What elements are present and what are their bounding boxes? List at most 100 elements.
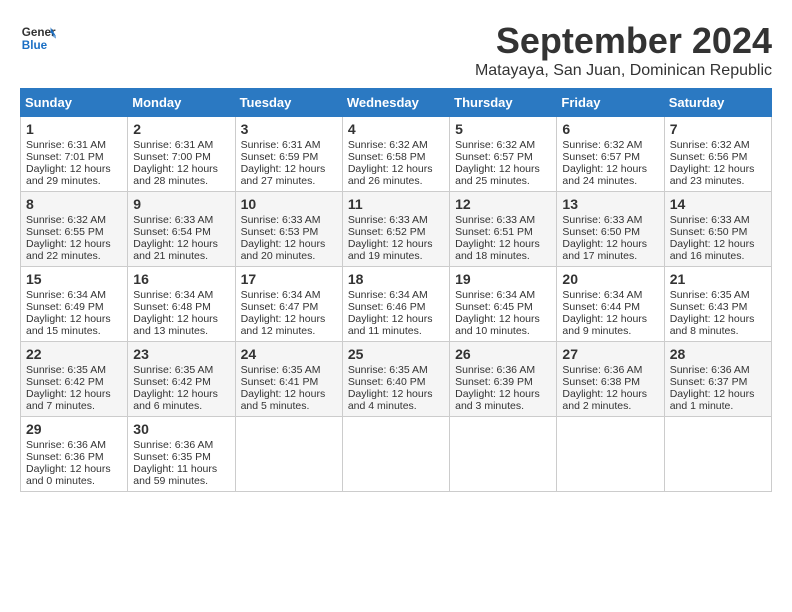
- day-info-line: Sunrise: 6:32 AM: [562, 139, 658, 151]
- day-info-line: Sunset: 6:42 PM: [26, 376, 122, 388]
- day-info-line: Sunrise: 6:35 AM: [133, 364, 229, 376]
- day-info-line: Sunset: 6:50 PM: [670, 226, 766, 238]
- day-info-line: Sunrise: 6:31 AM: [241, 139, 337, 151]
- day-number: 8: [26, 196, 122, 212]
- day-info-line: and 12 minutes.: [241, 325, 337, 337]
- day-info-line: Sunrise: 6:35 AM: [670, 289, 766, 301]
- calendar-cell: 20Sunrise: 6:34 AMSunset: 6:44 PMDayligh…: [557, 267, 664, 342]
- day-info-line: Sunrise: 6:34 AM: [241, 289, 337, 301]
- day-number: 13: [562, 196, 658, 212]
- day-info-line: Sunset: 6:46 PM: [348, 301, 444, 313]
- day-info-line: Sunrise: 6:36 AM: [455, 364, 551, 376]
- day-info-line: and 9 minutes.: [562, 325, 658, 337]
- column-header-sunday: Sunday: [21, 89, 128, 117]
- day-info-line: Sunset: 7:00 PM: [133, 151, 229, 163]
- day-info-line: Daylight: 12 hours: [562, 313, 658, 325]
- day-info-line: Sunrise: 6:31 AM: [26, 139, 122, 151]
- day-info-line: Daylight: 12 hours: [670, 313, 766, 325]
- calendar-cell: 17Sunrise: 6:34 AMSunset: 6:47 PMDayligh…: [235, 267, 342, 342]
- day-info-line: and 11 minutes.: [348, 325, 444, 337]
- day-info-line: Sunrise: 6:35 AM: [26, 364, 122, 376]
- day-number: 26: [455, 346, 551, 362]
- day-info-line: Sunset: 6:35 PM: [133, 451, 229, 463]
- day-info-line: and 3 minutes.: [455, 400, 551, 412]
- day-info-line: and 20 minutes.: [241, 250, 337, 262]
- calendar-cell: 7Sunrise: 6:32 AMSunset: 6:56 PMDaylight…: [664, 117, 771, 192]
- calendar-cell: 15Sunrise: 6:34 AMSunset: 6:49 PMDayligh…: [21, 267, 128, 342]
- calendar-cell: 22Sunrise: 6:35 AMSunset: 6:42 PMDayligh…: [21, 342, 128, 417]
- day-number: 5: [455, 121, 551, 137]
- day-info-line: Sunrise: 6:34 AM: [133, 289, 229, 301]
- calendar-cell: 12Sunrise: 6:33 AMSunset: 6:51 PMDayligh…: [450, 192, 557, 267]
- day-number: 18: [348, 271, 444, 287]
- day-info-line: Daylight: 12 hours: [133, 238, 229, 250]
- day-info-line: Sunset: 6:42 PM: [133, 376, 229, 388]
- calendar-cell: [664, 417, 771, 492]
- calendar-cell: 8Sunrise: 6:32 AMSunset: 6:55 PMDaylight…: [21, 192, 128, 267]
- day-info-line: Sunset: 6:38 PM: [562, 376, 658, 388]
- calendar-header-row: SundayMondayTuesdayWednesdayThursdayFrid…: [21, 89, 772, 117]
- day-number: 4: [348, 121, 444, 137]
- day-number: 9: [133, 196, 229, 212]
- calendar-cell: 2Sunrise: 6:31 AMSunset: 7:00 PMDaylight…: [128, 117, 235, 192]
- day-info-line: Sunset: 6:54 PM: [133, 226, 229, 238]
- day-info-line: and 59 minutes.: [133, 475, 229, 487]
- day-info-line: Sunrise: 6:33 AM: [670, 214, 766, 226]
- day-number: 29: [26, 421, 122, 437]
- day-info-line: Daylight: 12 hours: [348, 313, 444, 325]
- day-info-line: Sunrise: 6:33 AM: [133, 214, 229, 226]
- day-info-line: and 24 minutes.: [562, 175, 658, 187]
- day-info-line: Sunrise: 6:35 AM: [348, 364, 444, 376]
- day-info-line: Sunrise: 6:32 AM: [26, 214, 122, 226]
- title-section: September 2024 Matayaya, San Juan, Domin…: [475, 20, 772, 80]
- day-info-line: Daylight: 11 hours: [133, 463, 229, 475]
- calendar-cell: 18Sunrise: 6:34 AMSunset: 6:46 PMDayligh…: [342, 267, 449, 342]
- day-number: 28: [670, 346, 766, 362]
- day-info-line: and 22 minutes.: [26, 250, 122, 262]
- calendar-cell: 3 Sunrise: 6:31 AMSunset: 6:59 PMDaylight…: [235, 117, 342, 192]
- day-info-line: Daylight: 12 hours: [133, 313, 229, 325]
- day-info-line: Sunrise: 6:34 AM: [26, 289, 122, 301]
- day-info-line: Daylight: 12 hours: [670, 238, 766, 250]
- calendar-cell: [235, 417, 342, 492]
- calendar-cell: [342, 417, 449, 492]
- calendar-cell: 16Sunrise: 6:34 AMSunset: 6:48 PMDayligh…: [128, 267, 235, 342]
- day-info-line: Daylight: 12 hours: [241, 388, 337, 400]
- day-info-line: Daylight: 12 hours: [670, 163, 766, 175]
- day-number: 12: [455, 196, 551, 212]
- day-info-line: and 19 minutes.: [348, 250, 444, 262]
- column-header-saturday: Saturday: [664, 89, 771, 117]
- day-info-line: Daylight: 12 hours: [348, 238, 444, 250]
- calendar-week-row: 15Sunrise: 6:34 AMSunset: 6:49 PMDayligh…: [21, 267, 772, 342]
- day-info-line: Daylight: 12 hours: [26, 313, 122, 325]
- day-info-line: Sunrise: 6:34 AM: [455, 289, 551, 301]
- day-info-line: Daylight: 12 hours: [241, 238, 337, 250]
- day-info-line: and 6 minutes.: [133, 400, 229, 412]
- calendar-cell: 30Sunrise: 6:36 AMSunset: 6:35 PMDayligh…: [128, 417, 235, 492]
- column-header-friday: Friday: [557, 89, 664, 117]
- day-info-line: Daylight: 12 hours: [241, 163, 337, 175]
- svg-text:Blue: Blue: [22, 39, 48, 52]
- calendar-cell: 23Sunrise: 6:35 AMSunset: 6:42 PMDayligh…: [128, 342, 235, 417]
- day-info-line: Sunset: 6:49 PM: [26, 301, 122, 313]
- logo: General Blue: [20, 20, 56, 56]
- calendar-cell: 26Sunrise: 6:36 AMSunset: 6:39 PMDayligh…: [450, 342, 557, 417]
- day-info-line: Sunrise: 6:36 AM: [133, 439, 229, 451]
- day-info-line: Sunset: 6:48 PM: [133, 301, 229, 313]
- day-number: 7: [670, 121, 766, 137]
- day-number: 19: [455, 271, 551, 287]
- day-info-line: Daylight: 12 hours: [562, 238, 658, 250]
- day-number: 3: [241, 121, 337, 137]
- day-info-line: Sunset: 6:58 PM: [348, 151, 444, 163]
- day-info-line: Sunrise: 6:33 AM: [348, 214, 444, 226]
- day-info-line: Sunset: 6:57 PM: [562, 151, 658, 163]
- day-number: 1: [26, 121, 122, 137]
- day-info-line: Daylight: 12 hours: [241, 313, 337, 325]
- day-info-line: Daylight: 12 hours: [26, 163, 122, 175]
- calendar-week-row: 8Sunrise: 6:32 AMSunset: 6:55 PMDaylight…: [21, 192, 772, 267]
- day-info-line: and 16 minutes.: [670, 250, 766, 262]
- day-info-line: and 17 minutes.: [562, 250, 658, 262]
- day-info-line: Daylight: 12 hours: [562, 388, 658, 400]
- day-info-line: Sunset: 6:59 PM: [241, 151, 337, 163]
- column-header-tuesday: Tuesday: [235, 89, 342, 117]
